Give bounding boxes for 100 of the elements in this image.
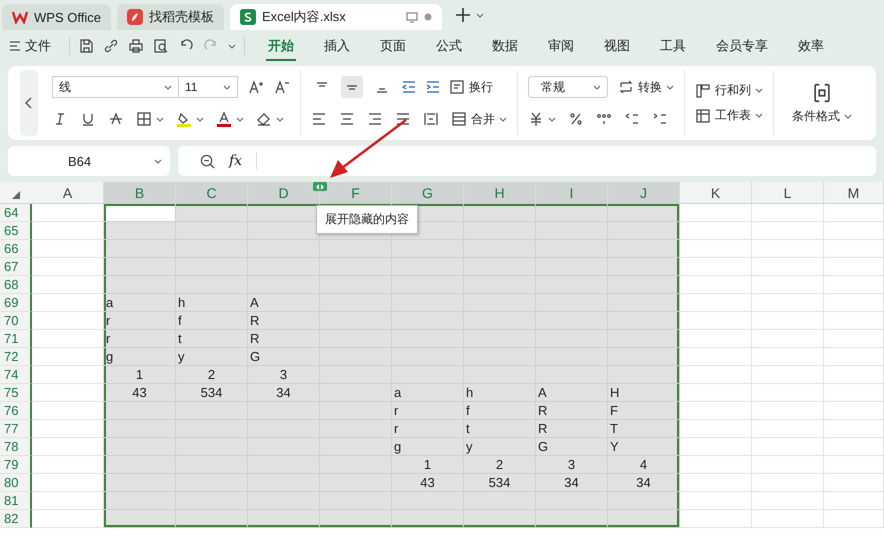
- save-icon[interactable]: [78, 38, 94, 54]
- convert-button[interactable]: 转换: [618, 78, 674, 96]
- ribbon-tab[interactable]: 公式: [434, 31, 464, 61]
- row-header[interactable]: 76: [0, 402, 32, 420]
- underline-icon[interactable]: [80, 111, 96, 127]
- row-header[interactable]: 80: [0, 474, 32, 492]
- ribbon-tab[interactable]: 插入: [322, 31, 352, 61]
- column-header[interactable]: J: [608, 182, 680, 204]
- convert-icon[interactable]: [618, 79, 634, 95]
- percent-icon[interactable]: [568, 111, 584, 127]
- row-header[interactable]: 77: [0, 420, 32, 438]
- row-header[interactable]: 78: [0, 438, 32, 456]
- file-menu[interactable]: 文件: [10, 37, 51, 55]
- number-format-dropdown[interactable]: 常规: [528, 76, 608, 98]
- name-box[interactable]: B64: [8, 146, 170, 176]
- plus-icon[interactable]: [456, 8, 470, 22]
- table-cell: [752, 204, 824, 222]
- align-right-icon[interactable]: [367, 111, 383, 127]
- table-cell: 534: [176, 384, 248, 402]
- select-all-icon[interactable]: [12, 191, 20, 199]
- link-icon[interactable]: [103, 38, 119, 54]
- worksheet-button[interactable]: 工作表: [695, 107, 763, 124]
- worksheet-icon[interactable]: [695, 108, 711, 124]
- active-cell[interactable]: [104, 204, 176, 222]
- font-color-icon[interactable]: [216, 111, 232, 127]
- merge-button[interactable]: 合并: [451, 110, 507, 128]
- column-header[interactable]: H: [464, 182, 536, 204]
- row-header[interactable]: 66: [0, 240, 32, 258]
- row-header[interactable]: 69: [0, 294, 32, 312]
- increase-font-size-icon[interactable]: [248, 79, 264, 95]
- row-header[interactable]: 68: [0, 276, 32, 294]
- row-header[interactable]: 67: [0, 258, 32, 276]
- column-header[interactable]: D: [248, 182, 320, 204]
- conditional-format-button[interactable]: 条件格式: [792, 82, 852, 124]
- table-cell: y: [176, 348, 248, 366]
- ribbon-tab[interactable]: 页面: [378, 31, 408, 61]
- strikethrough-icon[interactable]: [108, 111, 124, 127]
- ribbon-tab[interactable]: 审阅: [546, 31, 576, 61]
- ribbon-tab[interactable]: 数据: [490, 31, 520, 61]
- decrease-indent-icon[interactable]: [401, 79, 417, 95]
- zoom-out-icon[interactable]: [200, 154, 215, 168]
- table-cell: 43: [392, 474, 464, 492]
- borders-icon[interactable]: [136, 111, 152, 127]
- align-center-icon[interactable]: [339, 111, 355, 127]
- table-cell: a: [104, 294, 176, 312]
- document-tab[interactable]: 找稻壳模板: [116, 4, 224, 30]
- row-header[interactable]: 72: [0, 348, 32, 366]
- table-cell: [392, 510, 464, 528]
- eraser-icon[interactable]: [256, 111, 272, 127]
- row-header[interactable]: 81: [0, 492, 32, 510]
- ribbon-tab[interactable]: 效率: [796, 31, 826, 61]
- align-left-icon[interactable]: [311, 111, 327, 127]
- column-header[interactable]: C: [176, 182, 248, 204]
- column-header[interactable]: B: [104, 182, 176, 204]
- table-cell: 43: [104, 384, 176, 402]
- ribbon-tab[interactable]: 工具: [658, 31, 688, 61]
- font-size-dropdown[interactable]: 11: [178, 76, 238, 98]
- column-header[interactable]: I: [536, 182, 608, 204]
- fill-color-icon[interactable]: [176, 111, 192, 127]
- row-header[interactable]: 70: [0, 312, 32, 330]
- column-header[interactable]: K: [680, 182, 752, 204]
- unhide-columns-button[interactable]: [313, 182, 327, 191]
- distributed-align-icon[interactable]: [423, 111, 439, 127]
- ribbon-tab[interactable]: 视图: [602, 31, 632, 61]
- currency-icon[interactable]: [528, 111, 544, 127]
- increase-indent-icon[interactable]: [425, 79, 441, 95]
- column-header[interactable]: G: [392, 182, 464, 204]
- print-preview-icon[interactable]: [153, 38, 169, 54]
- table-cell: f: [464, 402, 536, 420]
- ribbon-tab[interactable]: 开始: [266, 31, 296, 61]
- print-icon[interactable]: [128, 38, 144, 54]
- thousands-separator-icon[interactable]: [596, 111, 612, 127]
- row-header[interactable]: 64: [0, 204, 32, 222]
- rows-columns-icon[interactable]: [695, 82, 711, 98]
- column-header[interactable]: L: [752, 182, 824, 204]
- function-label[interactable]: fx: [229, 153, 242, 169]
- ribbon-tab[interactable]: 会员专享: [714, 31, 770, 61]
- document-tab[interactable]: Excel内容.xlsx: [230, 4, 442, 30]
- monitor-icon[interactable]: [406, 12, 418, 22]
- column-header[interactable]: M: [824, 182, 884, 204]
- merge-cells-icon[interactable]: [451, 111, 467, 127]
- document-tab[interactable]: WPS Office: [2, 4, 111, 30]
- table-cell: [608, 366, 680, 384]
- table-cell: [680, 312, 752, 330]
- row-header[interactable]: 65: [0, 222, 32, 240]
- column-header[interactable]: F: [320, 182, 392, 204]
- table-cell: [824, 438, 884, 456]
- wrap-text-icon[interactable]: [449, 79, 465, 95]
- decrease-font-size-icon[interactable]: [274, 79, 290, 95]
- wrap-text-button[interactable]: 换行: [449, 78, 493, 96]
- formula-bar[interactable]: fx: [178, 146, 876, 176]
- font-dropdown[interactable]: 线: [52, 76, 179, 98]
- row-header[interactable]: 79: [0, 456, 32, 474]
- row-header[interactable]: 82: [0, 510, 32, 528]
- column-header[interactable]: A: [32, 182, 104, 204]
- justify-icon[interactable]: [395, 111, 411, 127]
- rows-columns-button[interactable]: 行和列: [695, 82, 763, 99]
- row-header[interactable]: 71: [0, 330, 32, 348]
- row-header[interactable]: 75: [0, 384, 32, 402]
- row-header[interactable]: 74: [0, 366, 32, 384]
